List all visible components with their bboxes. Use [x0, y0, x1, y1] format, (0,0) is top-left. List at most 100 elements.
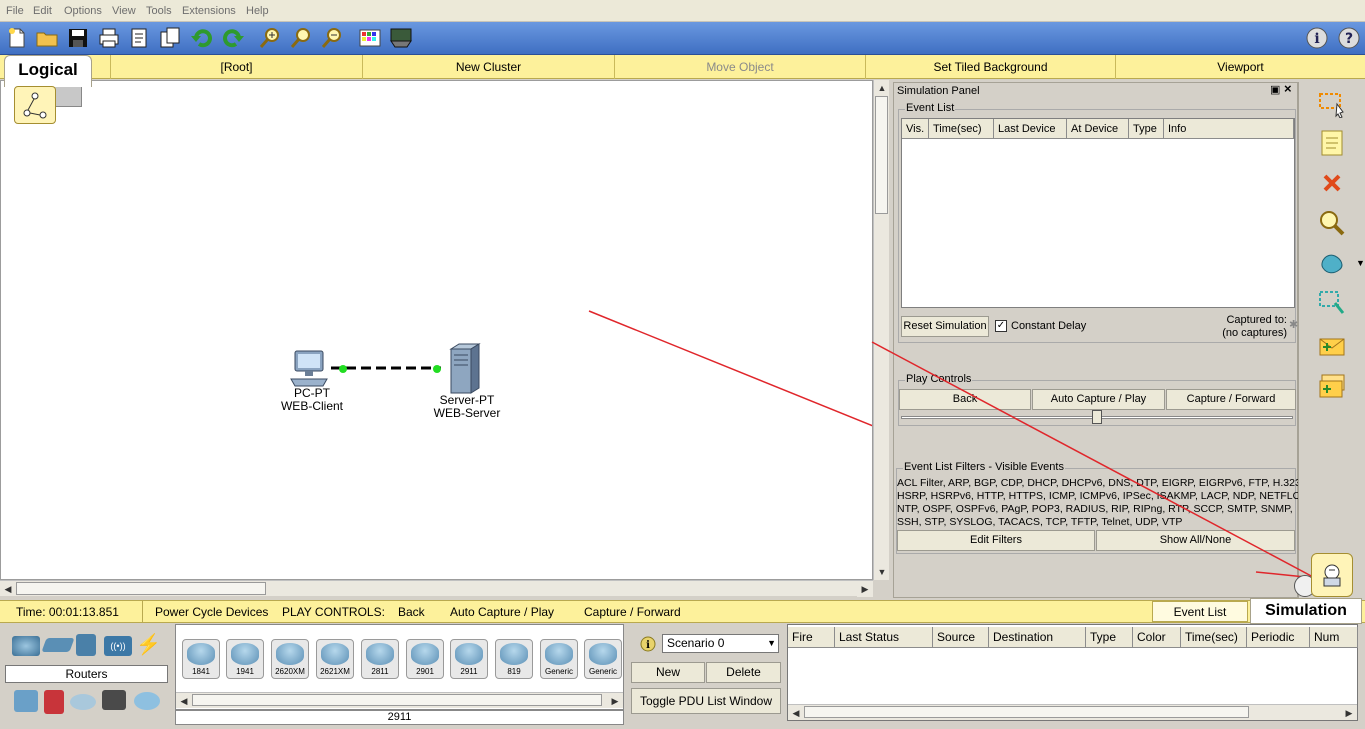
- connections-category-icon[interactable]: ⚡: [136, 634, 161, 656]
- status-auto-capture-button[interactable]: Auto Capture / Play: [450, 605, 554, 619]
- set-tiled-background-button[interactable]: Set Tiled Background: [865, 55, 1115, 79]
- wan-emulation-category-icon[interactable]: [70, 694, 96, 710]
- menu-file[interactable]: File: [6, 5, 24, 17]
- server-icon[interactable]: [447, 343, 483, 395]
- power-cycle-devices-button[interactable]: Power Cycle Devices: [155, 605, 268, 619]
- restore-icon[interactable]: ▣: [1270, 83, 1280, 96]
- device-model-2901[interactable]: 2901: [406, 639, 444, 679]
- pdu-col-last-status[interactable]: Last Status: [835, 627, 933, 648]
- zoom-reset-icon[interactable]: [289, 26, 313, 50]
- pdu-scroll-left-arrow[interactable]: ◀: [788, 705, 804, 721]
- scroll-up-arrow[interactable]: ▲: [874, 80, 890, 96]
- pdu-col-time[interactable]: Time(sec): [1181, 627, 1247, 648]
- new-scenario-button[interactable]: New: [631, 662, 705, 683]
- scroll-left-arrow[interactable]: ◀: [0, 581, 16, 597]
- pdu-col-color[interactable]: Color: [1133, 627, 1181, 648]
- workspace-horizontal-scrollbar[interactable]: ◀ ▶: [0, 580, 873, 596]
- print-icon[interactable]: [97, 26, 121, 50]
- switches-category-icon[interactable]: [41, 638, 75, 652]
- close-icon[interactable]: ×: [1284, 81, 1292, 96]
- pdu-scroll-right-arrow[interactable]: ▶: [1341, 705, 1357, 721]
- menu-tools[interactable]: Tools: [146, 5, 172, 17]
- pdu-scroll-thumb[interactable]: [804, 706, 1249, 718]
- device-model-generic-1[interactable]: Generic: [540, 639, 578, 679]
- pdu-list-table[interactable]: Fire Last Status Source Destination Type…: [787, 624, 1358, 721]
- delete-tool-icon[interactable]: [1317, 168, 1347, 198]
- event-list-toggle-button[interactable]: Event List: [1152, 601, 1248, 622]
- logical-workspace[interactable]: PC-PT WEB-Client Server-PT WEB-Server: [0, 80, 873, 580]
- menu-help[interactable]: Help: [246, 5, 269, 17]
- col-time[interactable]: Time(sec): [929, 119, 994, 139]
- pdu-col-periodic[interactable]: Periodic: [1247, 627, 1310, 648]
- copy-icon[interactable]: [158, 26, 182, 50]
- pdu-col-destination[interactable]: Destination: [989, 627, 1086, 648]
- info-icon[interactable]: i: [1305, 26, 1329, 50]
- zoom-out-icon[interactable]: [320, 26, 344, 50]
- device-scroll-left-arrow[interactable]: ◀: [176, 693, 192, 709]
- status-capture-forward-button[interactable]: Capture / Forward: [584, 605, 681, 619]
- draw-shape-tool-icon[interactable]: [1317, 248, 1347, 278]
- device-model-2811[interactable]: 2811: [361, 639, 399, 679]
- delete-scenario-button[interactable]: Delete: [706, 662, 781, 683]
- logical-tab[interactable]: Logical: [4, 55, 92, 87]
- col-at-device[interactable]: At Device: [1067, 119, 1129, 139]
- new-file-icon[interactable]: [5, 26, 29, 50]
- undo-icon[interactable]: [190, 26, 214, 50]
- menu-extensions[interactable]: Extensions: [182, 5, 236, 17]
- device-list-scrollbar[interactable]: ◀ ▶: [176, 692, 623, 708]
- pdu-list-scrollbar[interactable]: ◀ ▶: [788, 704, 1357, 720]
- horizontal-scroll-thumb[interactable]: [16, 582, 266, 595]
- help-icon[interactable]: ?: [1337, 26, 1361, 50]
- device-model-1841[interactable]: 1841: [182, 639, 220, 679]
- device-model-1941[interactable]: 1941: [226, 639, 264, 679]
- vertical-scroll-thumb[interactable]: [875, 96, 888, 214]
- save-icon[interactable]: [66, 26, 90, 50]
- device-model-2911[interactable]: 2911: [450, 639, 488, 679]
- activity-wizard-icon[interactable]: [127, 26, 151, 50]
- select-tool-icon[interactable]: [1317, 88, 1347, 118]
- device-scroll-right-arrow[interactable]: ▶: [607, 693, 623, 709]
- security-category-icon[interactable]: [44, 690, 64, 714]
- scenario-info-icon[interactable]: i: [640, 636, 656, 652]
- simulation-mode-icon[interactable]: [1311, 553, 1353, 597]
- device-scroll-thumb[interactable]: [192, 694, 602, 706]
- menu-options[interactable]: Options: [64, 5, 102, 17]
- redo-icon[interactable]: [221, 26, 245, 50]
- event-list-table[interactable]: Vis. Time(sec) Last Device At Device Typ…: [901, 118, 1295, 308]
- device-model-2620xm[interactable]: 2620XM: [271, 639, 309, 679]
- zoom-in-icon[interactable]: [258, 26, 282, 50]
- viewport-button[interactable]: Viewport: [1115, 55, 1365, 79]
- col-type[interactable]: Type: [1129, 119, 1164, 139]
- status-back-button[interactable]: Back: [398, 605, 425, 619]
- custom-devices-category-icon[interactable]: [102, 690, 126, 710]
- col-info[interactable]: Info: [1164, 119, 1294, 139]
- shape-dropdown-arrow[interactable]: ▼: [1356, 258, 1365, 268]
- pc-icon[interactable]: [289, 349, 331, 389]
- logical-view-icon[interactable]: [14, 86, 56, 124]
- simulation-tab[interactable]: Simulation: [1250, 598, 1362, 624]
- pdu-col-fire[interactable]: Fire: [788, 627, 835, 648]
- routers-category-icon[interactable]: [12, 636, 40, 656]
- menu-edit[interactable]: Edit: [33, 5, 52, 17]
- menu-view[interactable]: View: [112, 5, 136, 17]
- scenario-select[interactable]: Scenario 0 ▼: [662, 634, 779, 653]
- root-button[interactable]: [Root]: [110, 55, 362, 79]
- pdu-col-type[interactable]: Type: [1086, 627, 1133, 648]
- palette-icon[interactable]: [358, 26, 382, 50]
- col-last-device[interactable]: Last Device: [994, 119, 1067, 139]
- custom-devices-icon[interactable]: [389, 26, 413, 50]
- multiuser-category-icon[interactable]: [134, 692, 160, 710]
- pdu-col-source[interactable]: Source: [933, 627, 989, 648]
- device-model-2621xm[interactable]: 2621XM: [316, 639, 354, 679]
- note-tool-icon[interactable]: [1317, 128, 1347, 158]
- hubs-category-icon[interactable]: [76, 634, 96, 656]
- device-model-generic-2[interactable]: Generic: [584, 639, 622, 679]
- new-cluster-button[interactable]: New Cluster: [362, 55, 614, 79]
- end-devices-category-icon[interactable]: [14, 690, 38, 712]
- move-object-button[interactable]: Move Object: [614, 55, 865, 79]
- pdu-col-num[interactable]: Num: [1310, 627, 1358, 648]
- inspect-tool-icon[interactable]: [1317, 208, 1347, 238]
- wireless-category-icon[interactable]: ((•)): [104, 636, 132, 656]
- device-model-819[interactable]: 819: [495, 639, 533, 679]
- toggle-pdu-list-button[interactable]: Toggle PDU List Window: [631, 688, 781, 714]
